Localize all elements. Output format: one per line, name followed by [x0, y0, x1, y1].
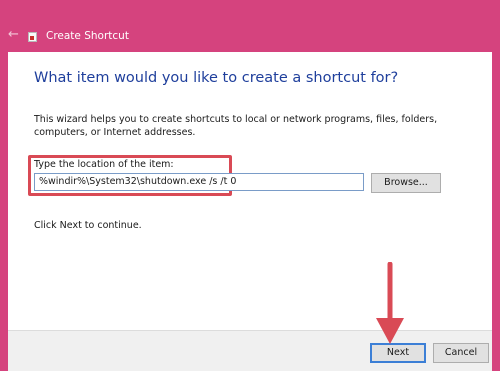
window-title: Create Shortcut	[46, 30, 129, 42]
location-label: Type the location of the item:	[34, 159, 174, 170]
back-arrow-icon[interactable]: ←	[8, 28, 22, 42]
annotation-down-arrow-icon	[376, 262, 404, 344]
cancel-button[interactable]: Cancel	[433, 343, 489, 363]
wizard-description: This wizard helps you to create shortcut…	[34, 114, 438, 138]
wizard-body: What item would you like to create a sho…	[8, 52, 492, 330]
create-shortcut-window: ← Create Shortcut What item would you li…	[8, 0, 492, 371]
wizard-footer: Next Cancel	[8, 330, 492, 371]
browse-button[interactable]: Browse...	[371, 173, 441, 193]
continue-instruction: Click Next to continue.	[34, 220, 142, 231]
location-input[interactable]: %windir%\System32\shutdown.exe /s /t 0	[34, 173, 364, 191]
title-bar: ← Create Shortcut	[8, 0, 492, 52]
shortcut-icon	[28, 32, 37, 42]
page-heading: What item would you like to create a sho…	[34, 70, 399, 86]
